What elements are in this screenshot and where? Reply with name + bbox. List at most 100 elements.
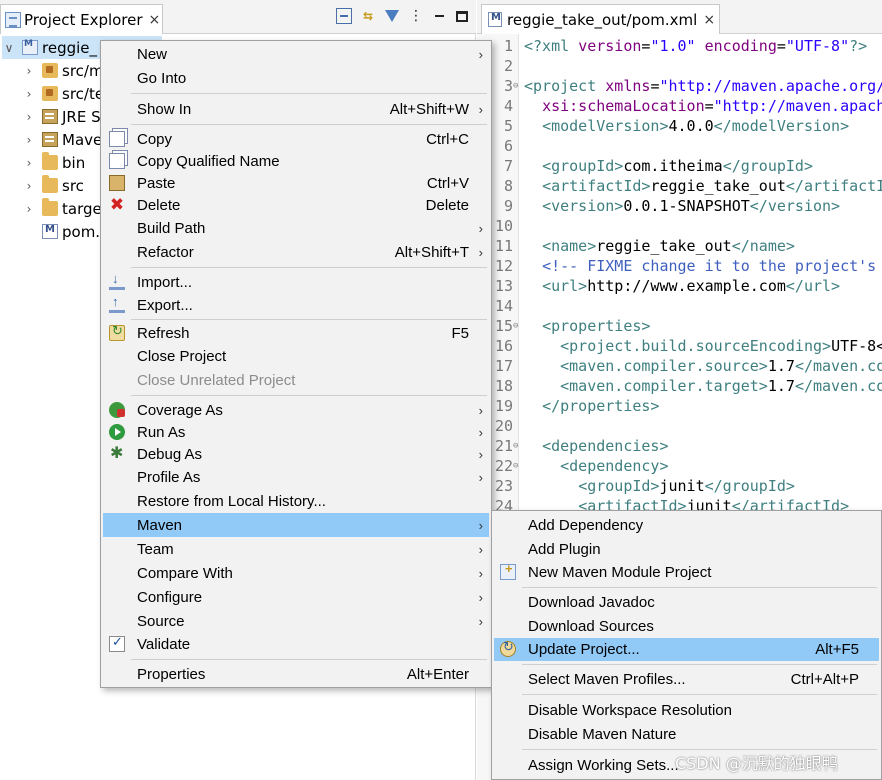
menu-item-add-plugin[interactable]: Add Plugin (494, 538, 879, 561)
menu-item-label: Refresh (137, 325, 190, 342)
menu-item-import[interactable]: Import... (103, 271, 489, 294)
menu-item-label: Assign Working Sets... (528, 757, 679, 774)
menu-item-label: Build Path (137, 220, 206, 237)
chevron-right-icon[interactable]: › (22, 64, 36, 78)
project-explorer-tab[interactable]: Project Explorer × (0, 4, 163, 34)
submenu-arrow-icon: › (478, 425, 483, 440)
maven-submenu: Add Dependency Add Plugin New Maven Modu… (491, 510, 882, 780)
menu-item-coverage-as[interactable]: Coverage As › (103, 399, 489, 422)
validate-check-icon (109, 634, 125, 652)
menu-item-label: Close Unrelated Project (137, 372, 296, 389)
menu-item-validate[interactable]: Validate (103, 633, 489, 656)
menu-item-label: Disable Maven Nature (528, 726, 677, 743)
tree-item-maven-deps[interactable]: › Mave (22, 128, 103, 151)
menu-item-profile-as[interactable]: Profile As › (103, 466, 489, 489)
collapse-all-icon[interactable] (336, 8, 352, 24)
menu-item-export[interactable]: Export... (103, 294, 489, 317)
menu-item-maven[interactable]: Maven › (103, 513, 489, 537)
minimize-icon[interactable] (432, 8, 448, 24)
close-icon[interactable]: × (149, 12, 161, 28)
tree-item-pom[interactable]: pom. (22, 220, 100, 243)
menu-item-refactor[interactable]: Refactor Alt+Shift+T › (103, 241, 489, 264)
menu-item-label: Restore from Local History... (137, 493, 326, 510)
editor-tab-pom[interactable]: reggie_take_out/pom.xml × (481, 4, 720, 34)
menu-item-shortcut: Delete (425, 197, 469, 214)
submenu-arrow-icon: › (478, 470, 483, 485)
menu-item-delete[interactable]: ✖ Delete Delete (103, 194, 489, 217)
menu-item-debug-as[interactable]: Debug As › (103, 443, 489, 466)
refresh-icon (109, 323, 125, 341)
chevron-down-icon[interactable]: ∨ (2, 41, 16, 55)
menu-item-label: Profile As (137, 469, 201, 486)
submenu-arrow-icon: › (478, 47, 483, 62)
menu-item-download-sources[interactable]: Download Sources (494, 615, 879, 638)
menu-separator (522, 664, 877, 665)
tree-item-label: src/m (62, 61, 104, 80)
menu-item-go-into[interactable]: Go Into (103, 67, 489, 90)
tree-item-label: bin (62, 153, 86, 172)
menu-item-restore-local-history[interactable]: Restore from Local History... (103, 490, 489, 513)
tree-item-target[interactable]: › targe (22, 197, 102, 220)
menu-item-label: Go Into (137, 70, 187, 87)
menu-item-paste[interactable]: Paste Ctrl+V (103, 172, 489, 195)
menu-item-disable-maven-nature[interactable]: Disable Maven Nature (494, 723, 879, 746)
close-icon[interactable]: × (703, 12, 715, 28)
menu-item-copy-qualified-name[interactable]: Copy Qualified Name (103, 150, 489, 173)
menu-item-source[interactable]: Source › (103, 610, 489, 633)
menu-item-compare-with[interactable]: Compare With › (103, 562, 489, 585)
tree-item-jre[interactable]: › JRE S (22, 105, 101, 128)
menu-item-close-unrelated-project: Close Unrelated Project (103, 369, 489, 392)
tree-item-label: pom. (62, 222, 101, 241)
menu-item-update-project[interactable]: Update Project... Alt+F5 (494, 638, 879, 661)
maximize-icon[interactable] (456, 10, 468, 22)
view-menu-icon[interactable]: ⋮ (408, 8, 424, 24)
tree-item-label: targe (62, 199, 102, 218)
menu-item-label: Maven (137, 516, 183, 534)
filter-icon[interactable] (385, 10, 399, 22)
chevron-right-icon[interactable]: › (22, 179, 36, 193)
menu-item-label: Add Plugin (528, 541, 601, 558)
menu-item-build-path[interactable]: Build Path › (103, 217, 489, 240)
import-icon (109, 271, 125, 290)
menu-item-disable-workspace-resolution[interactable]: Disable Workspace Resolution (494, 699, 879, 722)
menu-item-label: Paste (137, 175, 176, 192)
menu-item-label: Add Dependency (528, 517, 644, 534)
menu-item-run-as[interactable]: Run As › (103, 421, 489, 444)
menu-item-new-maven-module[interactable]: New Maven Module Project (494, 561, 879, 584)
menu-item-new[interactable]: New › (103, 43, 489, 66)
menu-item-label: Source (137, 613, 185, 630)
menu-item-select-maven-profiles[interactable]: Select Maven Profiles... Ctrl+Alt+P (494, 668, 879, 691)
menu-item-shortcut: Alt+Shift+W (389, 101, 469, 118)
tree-item-src-main[interactable]: › src/m (22, 59, 104, 82)
menu-item-team[interactable]: Team › (103, 538, 489, 561)
chevron-right-icon[interactable]: › (22, 156, 36, 170)
chevron-right-icon[interactable]: › (22, 110, 36, 124)
menu-item-close-project[interactable]: Close Project (103, 345, 489, 368)
menu-separator (522, 587, 877, 588)
submenu-arrow-icon: › (478, 590, 483, 605)
menu-item-copy[interactable]: Copy Ctrl+C (103, 128, 489, 151)
submenu-arrow-icon: › (478, 102, 483, 117)
chevron-right-icon[interactable]: › (22, 133, 36, 147)
menu-item-show-in[interactable]: Show In Alt+Shift+W › (103, 98, 489, 121)
tree-item-label: src (62, 176, 84, 195)
submenu-arrow-icon: › (478, 245, 483, 260)
menu-item-add-dependency[interactable]: Add Dependency (494, 514, 879, 537)
chevron-right-icon[interactable]: › (22, 202, 36, 216)
source-folder-icon (42, 86, 58, 101)
menu-separator (131, 267, 487, 268)
menu-item-configure[interactable]: Configure › (103, 586, 489, 609)
link-with-editor-icon[interactable]: ⇆ (360, 8, 376, 24)
menu-item-download-javadoc[interactable]: Download Javadoc (494, 591, 879, 614)
menu-item-refresh[interactable]: Refresh F5 (103, 322, 489, 345)
tree-item-bin[interactable]: › bin (22, 151, 85, 174)
menu-item-label: Update Project... (528, 641, 640, 658)
menu-item-properties[interactable]: Properties Alt+Enter (103, 663, 489, 686)
tree-item-src[interactable]: › src (22, 174, 84, 197)
tree-item-src-test[interactable]: › src/te (22, 82, 104, 105)
maven-module-icon (500, 561, 516, 580)
library-icon (42, 132, 58, 147)
submenu-arrow-icon: › (478, 403, 483, 418)
chevron-right-icon[interactable]: › (22, 87, 36, 101)
submenu-arrow-icon: › (478, 221, 483, 236)
